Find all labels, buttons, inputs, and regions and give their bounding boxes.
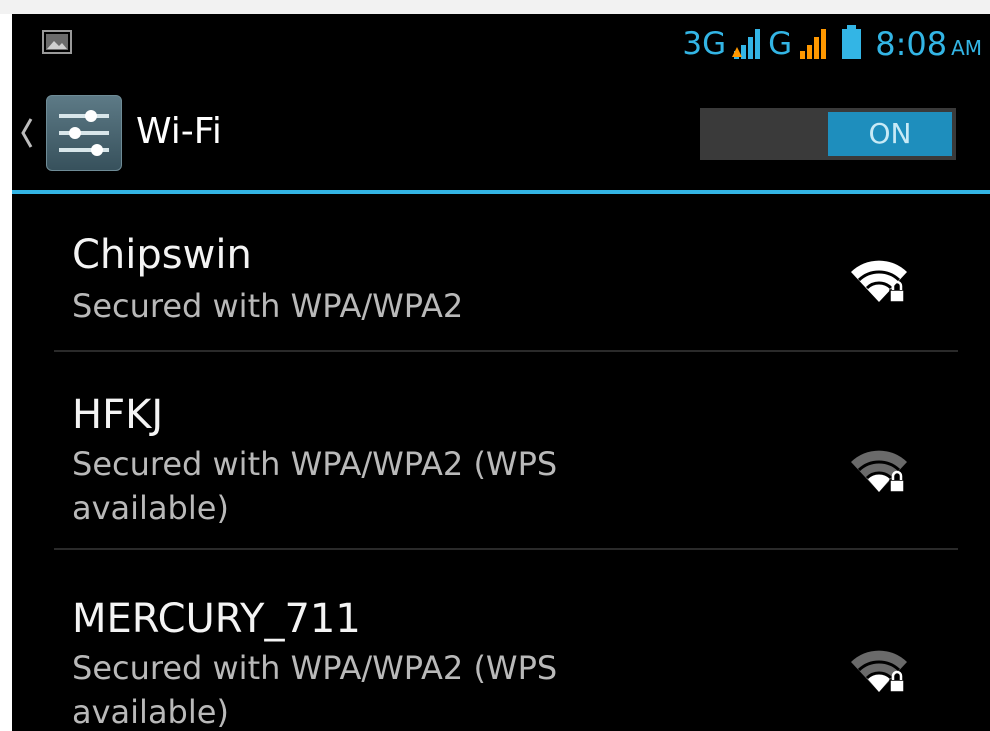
wifi-network-item[interactable]: Chipswin Secured with WPA/WPA2	[12, 194, 990, 352]
wifi-security: Secured with WPA/WPA2 (WPS available)	[72, 649, 558, 731]
back-chevron-icon[interactable]	[20, 116, 34, 150]
settings-sliders-icon	[59, 110, 109, 156]
wifi-toggle[interactable]: ON	[700, 108, 956, 160]
battery-icon	[842, 25, 862, 59]
wifi-ssid: MERCURY_711	[72, 596, 361, 642]
action-bar: Wi-Fi ON	[12, 80, 990, 188]
top-strip	[0, 0, 990, 14]
signal-g-icon	[800, 29, 827, 59]
wifi-locked-weak-icon	[851, 650, 907, 693]
wifi-toggle-on-label: ON	[828, 112, 952, 156]
image-notification-icon[interactable]	[42, 30, 72, 54]
network-g-label: G	[768, 25, 793, 62]
wifi-security: Secured with WPA/WPA2	[72, 287, 464, 325]
status-bar: 3G G 8:08 AM	[12, 14, 990, 74]
wifi-locked-weak-icon	[851, 450, 907, 493]
clock: 8:08 AM	[875, 28, 982, 60]
signal-3g-icon	[732, 29, 761, 59]
page-title: Wi-Fi	[136, 111, 222, 152]
clock-time: 8:08	[875, 25, 948, 63]
wifi-network-item[interactable]: MERCURY_711 Secured with WPA/WPA2 (WPS a…	[12, 550, 990, 731]
settings-app-icon[interactable]	[46, 95, 122, 171]
wifi-security: Secured with WPA/WPA2 (WPS available)	[72, 445, 558, 527]
wifi-ssid: Chipswin	[72, 232, 252, 278]
wifi-network-item[interactable]: HFKJ Secured with WPA/WPA2 (WPS availabl…	[12, 352, 990, 548]
network-3g-label: 3G	[682, 25, 727, 62]
wifi-locked-icon	[851, 260, 907, 303]
clock-ampm: AM	[951, 36, 982, 60]
status-icons: 3G G 8:08 AM	[682, 18, 982, 70]
wifi-ssid: HFKJ	[72, 392, 164, 438]
phone-screen: 3G G 8:08 AM Wi-Fi ON Chipswin Secured w…	[12, 14, 990, 731]
